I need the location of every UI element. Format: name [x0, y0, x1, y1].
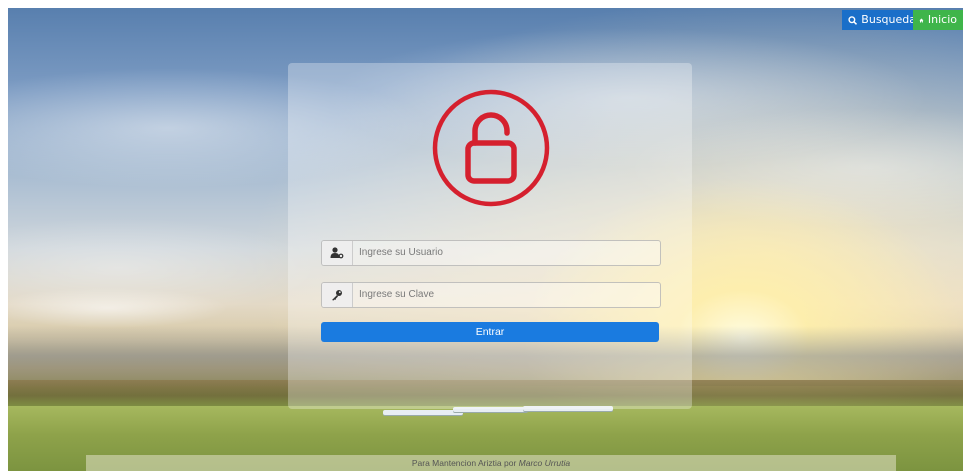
password-field[interactable]: Ingrese su Clave: [321, 282, 661, 308]
submit-button[interactable]: Entrar: [321, 322, 659, 342]
search-button-label: Busqueda: [861, 13, 916, 26]
username-field[interactable]: Ingrese su Usuario: [321, 240, 661, 266]
key-icon: [332, 290, 342, 301]
unlock-circle-icon: [432, 89, 550, 207]
home-button-label: Inicio: [927, 13, 957, 26]
footer-credit: Para Mantencion Ariztia por Marco Urruti…: [86, 455, 896, 471]
search-button[interactable]: Busqueda: [842, 10, 922, 30]
footer-author: Marco Urrutia: [518, 458, 571, 468]
login-panel: Ingrese su Usuario Ingrese su Clave Entr…: [288, 63, 692, 409]
search-icon: [848, 15, 858, 25]
home-icon: [919, 17, 924, 23]
user-key-icon: [330, 247, 344, 259]
user-addon: [322, 241, 353, 265]
footer-prefix: Para Mantencion Ariztia por: [411, 458, 517, 468]
password-input[interactable]: Ingrese su Clave: [353, 283, 660, 307]
key-addon: [322, 283, 353, 307]
username-input[interactable]: Ingrese su Usuario: [353, 241, 660, 265]
home-button[interactable]: Inicio: [913, 10, 963, 30]
